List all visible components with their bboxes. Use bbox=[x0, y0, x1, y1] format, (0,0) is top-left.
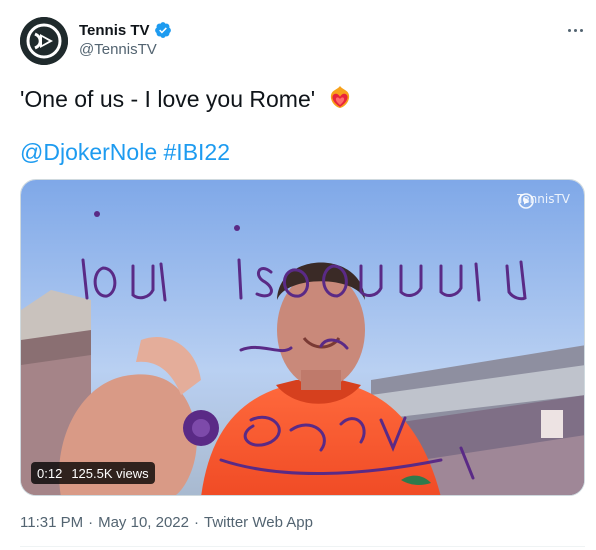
tennis-tv-logo-icon bbox=[518, 193, 534, 209]
video-thumbnail bbox=[21, 180, 584, 495]
tennis-tv-logo-icon bbox=[20, 17, 68, 65]
tweet-time[interactable]: 11:31 PM bbox=[20, 514, 83, 531]
tweet-metadata: 11:31 PM · May 10, 2022 · Twitter Web Ap… bbox=[20, 514, 313, 531]
tweet-card: Tennis TV @TennisTV 'One of us - I love … bbox=[0, 0, 596, 550]
tweet-date[interactable]: May 10, 2022 bbox=[98, 514, 189, 531]
more-options-icon[interactable] bbox=[564, 20, 586, 40]
avatar[interactable] bbox=[20, 17, 68, 65]
author-handle[interactable]: @TennisTV bbox=[79, 41, 157, 58]
verified-badge-icon bbox=[154, 22, 171, 38]
mention-link[interactable]: @DjokerNole bbox=[20, 139, 157, 165]
divider bbox=[20, 546, 585, 547]
heart-on-fire-emoji bbox=[330, 86, 349, 108]
tweet-tags: @DjokerNole #IBI22 bbox=[20, 138, 230, 166]
tweet-text: 'One of us - I love you Rome' bbox=[20, 84, 352, 113]
separator-dot: · bbox=[88, 514, 94, 531]
tennis-tv-watermark: TennisTV bbox=[517, 192, 570, 209]
video-views: 125.5K views bbox=[71, 465, 149, 481]
hashtag-link[interactable]: #IBI22 bbox=[164, 139, 231, 165]
separator-dot: · bbox=[194, 514, 199, 531]
tweet-text-body: 'One of us - I love you Rome' bbox=[20, 86, 316, 112]
video-stats-badge: 0:12 125.5K views bbox=[31, 462, 155, 484]
video-duration: 0:12 bbox=[37, 465, 63, 481]
author-display-name[interactable]: Tennis TV bbox=[79, 22, 150, 39]
author-name-row: Tennis TV bbox=[79, 20, 172, 40]
tweet-client[interactable]: Twitter Web App bbox=[204, 514, 313, 531]
video-player[interactable]: TennisTV 0:12 125.5K views bbox=[20, 179, 585, 496]
